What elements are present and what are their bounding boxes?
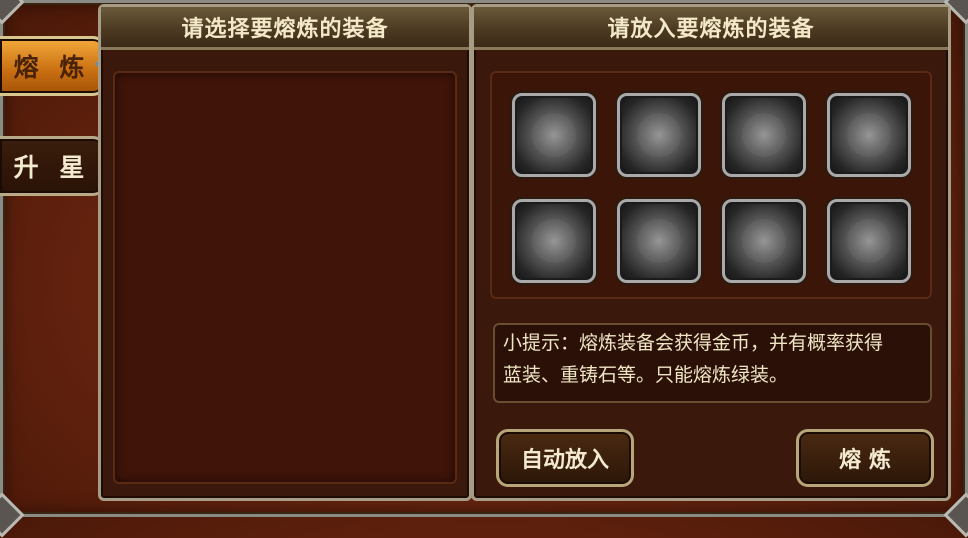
tab-smelt-label: 熔 炼	[13, 53, 91, 82]
smelt-button[interactable]: 熔 炼	[796, 429, 934, 487]
auto-fill-button[interactable]: 自动放入	[496, 429, 634, 487]
tab-star-up-label: 升 星	[13, 153, 91, 182]
frame-corner-ornament	[0, 0, 25, 25]
tab-star-up[interactable]: 升 星	[0, 136, 107, 196]
equipment-list-title: 请选择要熔炼的装备	[101, 7, 469, 50]
equipment-slot-8[interactable]	[827, 199, 911, 283]
tip-text-line-2: 蓝装、重铸石等。只能熔炼绿装。	[503, 364, 789, 386]
tip-text-line-1: 小提示：熔炼装备会获得金币，并有概率获得	[503, 332, 884, 354]
equipment-slot-1[interactable]	[512, 93, 596, 177]
equipment-slot-2[interactable]	[617, 93, 701, 177]
equipment-list-panel: 请选择要熔炼的装备	[98, 4, 472, 501]
equipment-slot-6[interactable]	[617, 199, 701, 283]
equipment-slot-7[interactable]	[722, 199, 806, 283]
equipment-list-area[interactable]	[113, 71, 457, 484]
smelt-slot-grid	[490, 71, 932, 299]
auto-fill-button-label: 自动放入	[520, 448, 609, 473]
equipment-slot-5[interactable]	[512, 199, 596, 283]
smelt-button-label: 熔 炼	[839, 448, 891, 473]
smelt-panel-title: 请放入要熔炼的装备	[474, 7, 948, 50]
equipment-slot-3[interactable]	[722, 93, 806, 177]
tab-smelt[interactable]: 熔 炼	[0, 36, 107, 96]
equipment-slot-4[interactable]	[827, 93, 911, 177]
frame-corner-ornament	[0, 492, 25, 538]
smelt-tip-box: 小提示：熔炼装备会获得金币，并有概率获得 蓝装、重铸石等。只能熔炼绿装。	[493, 323, 932, 403]
smelt-panel: 请放入要熔炼的装备 小提示：熔炼装备会获得金币，并有概率获得 蓝装、重铸石等。只…	[471, 4, 951, 501]
